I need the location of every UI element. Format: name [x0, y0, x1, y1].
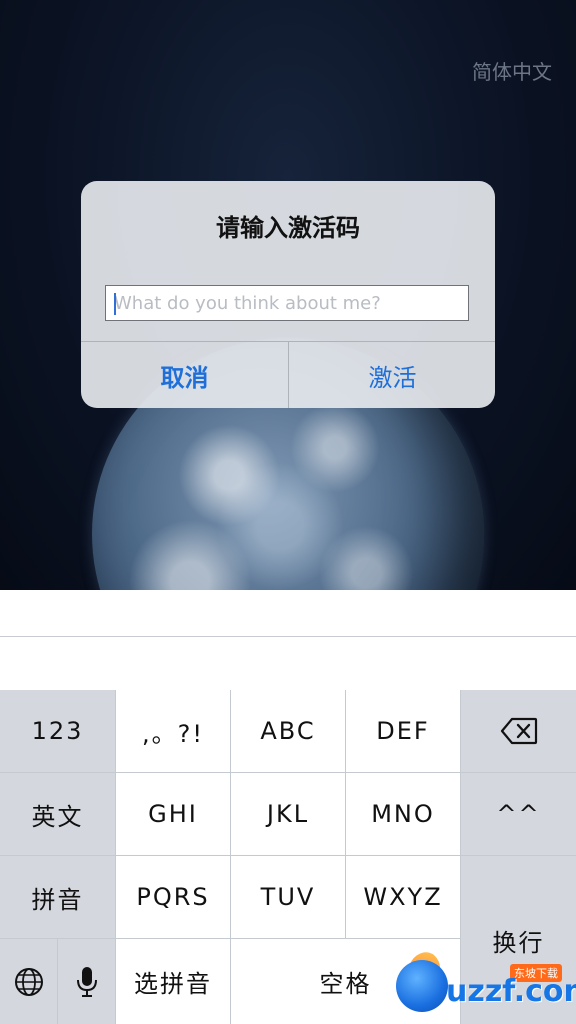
key-pqrs[interactable]: PQRS	[116, 856, 230, 938]
activation-code-input[interactable]	[106, 286, 468, 320]
activation-code-field[interactable]	[105, 285, 469, 321]
key-mno[interactable]: MNO	[346, 773, 460, 855]
cancel-button[interactable]: 取消	[81, 342, 288, 408]
globe-key[interactable]	[0, 939, 57, 1024]
key-ghi[interactable]: GHI	[116, 773, 230, 855]
activation-dialog: 请输入激活码 取消 激活	[81, 181, 495, 408]
key-abc[interactable]: ABC	[231, 690, 345, 772]
text-cursor	[114, 293, 116, 315]
key-jkl[interactable]: JKL	[231, 773, 345, 855]
key-tuv[interactable]: TUV	[231, 856, 345, 938]
input-bar-divider	[0, 636, 576, 637]
dialog-title: 请输入激活码	[216, 214, 360, 242]
key-emoticon[interactable]: ^^	[461, 773, 576, 855]
key-123[interactable]: 123	[0, 690, 115, 772]
key-wxyz[interactable]: WXYZ	[346, 856, 460, 938]
key-english[interactable]: 英文	[0, 773, 115, 855]
activate-button[interactable]: 激活	[289, 342, 495, 408]
watermark-logo: 东坡下载 uzzf.com	[390, 948, 576, 1024]
backspace-icon	[500, 717, 538, 745]
key-def[interactable]: DEF	[346, 690, 460, 772]
microphone-key[interactable]	[58, 939, 115, 1024]
backspace-key[interactable]	[461, 690, 576, 772]
globe-icon	[14, 967, 44, 997]
key-punctuation[interactable]: ,。?!	[116, 690, 230, 772]
language-switch[interactable]: 简体中文	[472, 56, 552, 85]
key-pinyin[interactable]: 拼音	[0, 856, 115, 938]
select-pinyin-key[interactable]: 选拼音	[116, 939, 230, 1024]
watermark-text: uzzf.com	[446, 974, 576, 1009]
globe-logo-icon	[396, 960, 448, 1012]
input-bar-area	[0, 590, 576, 690]
microphone-icon	[76, 966, 98, 998]
